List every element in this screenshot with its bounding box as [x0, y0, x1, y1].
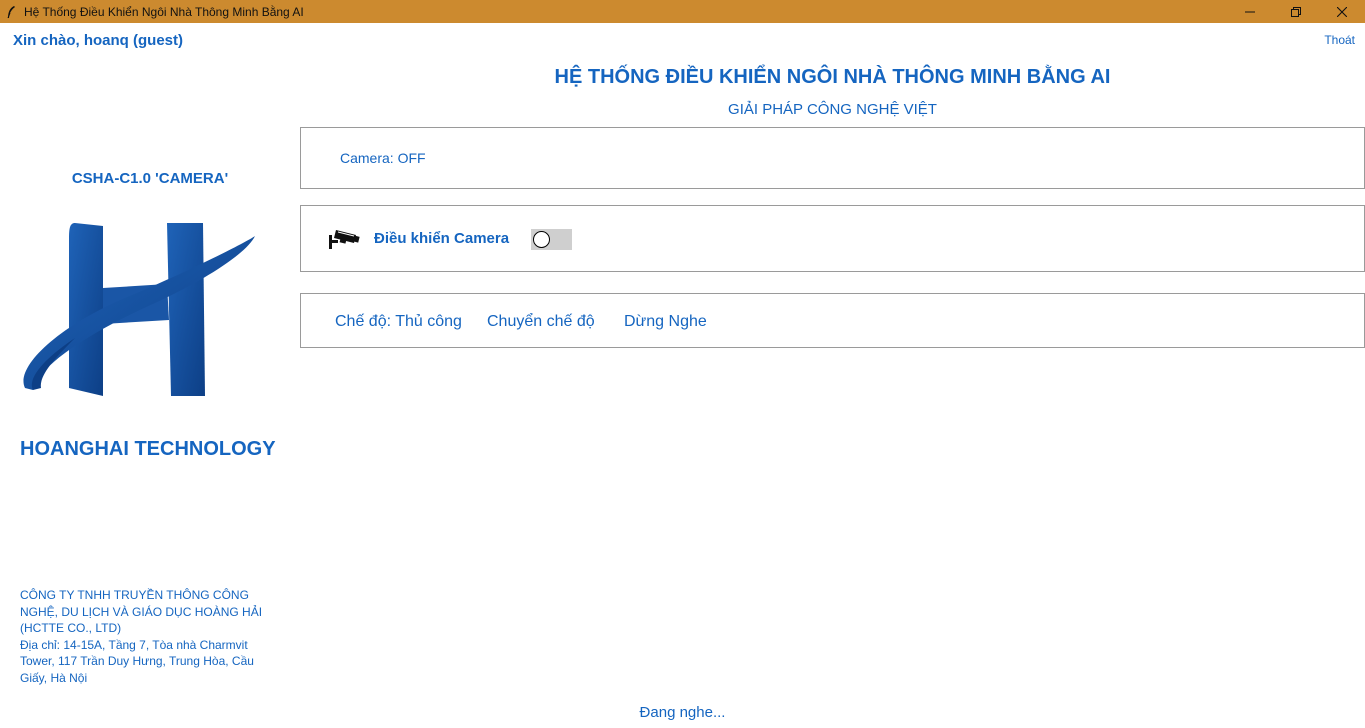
device-model: CSHA-C1.0 'CAMERA' [71, 170, 229, 187]
window-titlebar: Hệ Thống Điều Khiển Ngôi Nhà Thông Minh … [0, 0, 1365, 23]
company-info-line: (HCTTE CO., LTD) [20, 621, 122, 635]
camera-status-text: Camera: OFF [340, 150, 426, 166]
listening-status: Đang nghe... [639, 704, 726, 721]
mode-panel: Chế độ: Thủ công Chuyển chế độ Dừng Nghe [300, 293, 1365, 348]
company-info-line: Giấy, Hà Nội [20, 670, 88, 685]
restore-icon [1291, 6, 1301, 17]
camera-status-panel: Camera: OFF [300, 127, 1365, 189]
camera-control-panel: Điều khiển Camera [300, 205, 1365, 272]
company-info-line: NGHỆ, DU LỊCH VÀ GIÁO DỤC HOÀNG HẢI [20, 604, 263, 619]
greeting-text: Xin chào, hoanq (guest) [13, 32, 184, 49]
close-icon [1337, 6, 1347, 17]
company-info-line: Địa chỉ: 14-15A, Tầng 7, Tòa nhà Charmvi… [20, 637, 248, 652]
camera-control-label: Điều khiển Camera [374, 230, 510, 247]
current-mode-label: Chế độ: Thủ công [335, 313, 462, 330]
company-info-line: Tower, 117 Trần Duy Hưng, Trung Hòa, Cầu [20, 654, 254, 668]
stop-listening-button[interactable]: Dừng Nghe [624, 313, 707, 331]
switch-mode-button[interactable]: Chuyển chế độ [487, 313, 595, 331]
camera-toggle[interactable] [531, 229, 572, 250]
h-swoosh-logo [15, 218, 260, 403]
company-brand: HOANGHAI TECHNOLOGY [20, 438, 276, 460]
page-subtitle: GIẢI PHÁP CÔNG NGHỆ VIỆT [728, 101, 937, 118]
toggle-knob [533, 231, 550, 248]
company-info-line: CÔNG TY TNHH TRUYỀN THÔNG CÔNG [20, 588, 249, 602]
feather-icon [0, 0, 22, 23]
page-title: HỆ THỐNG ĐIỀU KHIỂN NGÔI NHÀ THÔNG MINH … [554, 66, 1111, 88]
minimize-button[interactable] [1227, 0, 1273, 23]
window-title: Hệ Thống Điều Khiển Ngôi Nhà Thông Minh … [24, 4, 304, 19]
minimize-icon [1245, 11, 1255, 12]
logout-link[interactable]: Thoát [1324, 33, 1355, 47]
restore-button[interactable] [1273, 0, 1319, 23]
company-info: CÔNG TY TNHH TRUYỀN THÔNG CÔNG NGHỆ, DU … [20, 587, 285, 686]
cctv-camera-icon [328, 226, 360, 252]
close-button[interactable] [1319, 0, 1365, 23]
